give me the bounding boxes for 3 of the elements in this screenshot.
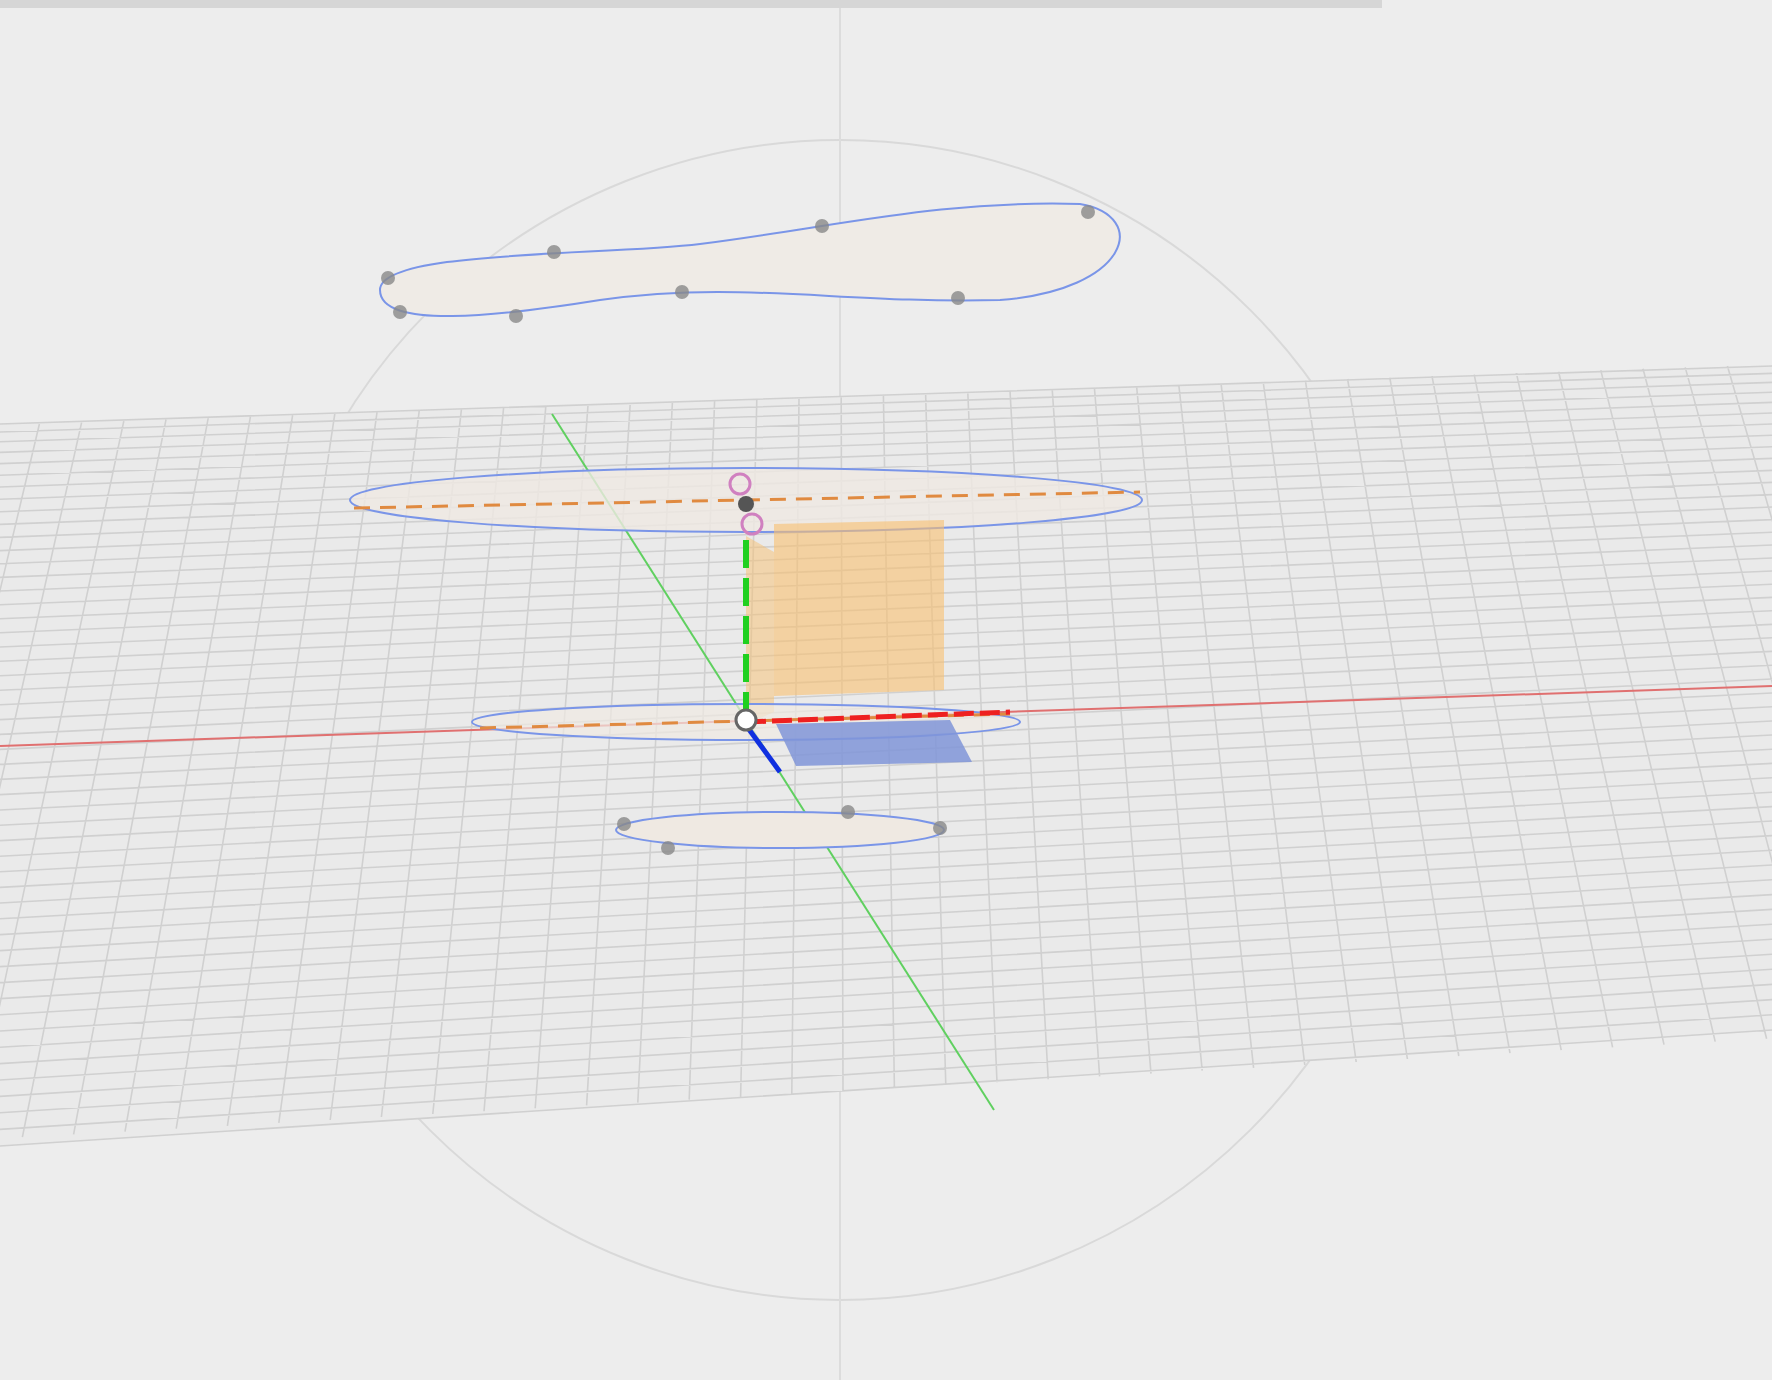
origin-point	[734, 708, 758, 732]
constraint-points-drawing	[728, 472, 764, 536]
origin-z-axis-line	[745, 726, 783, 774]
